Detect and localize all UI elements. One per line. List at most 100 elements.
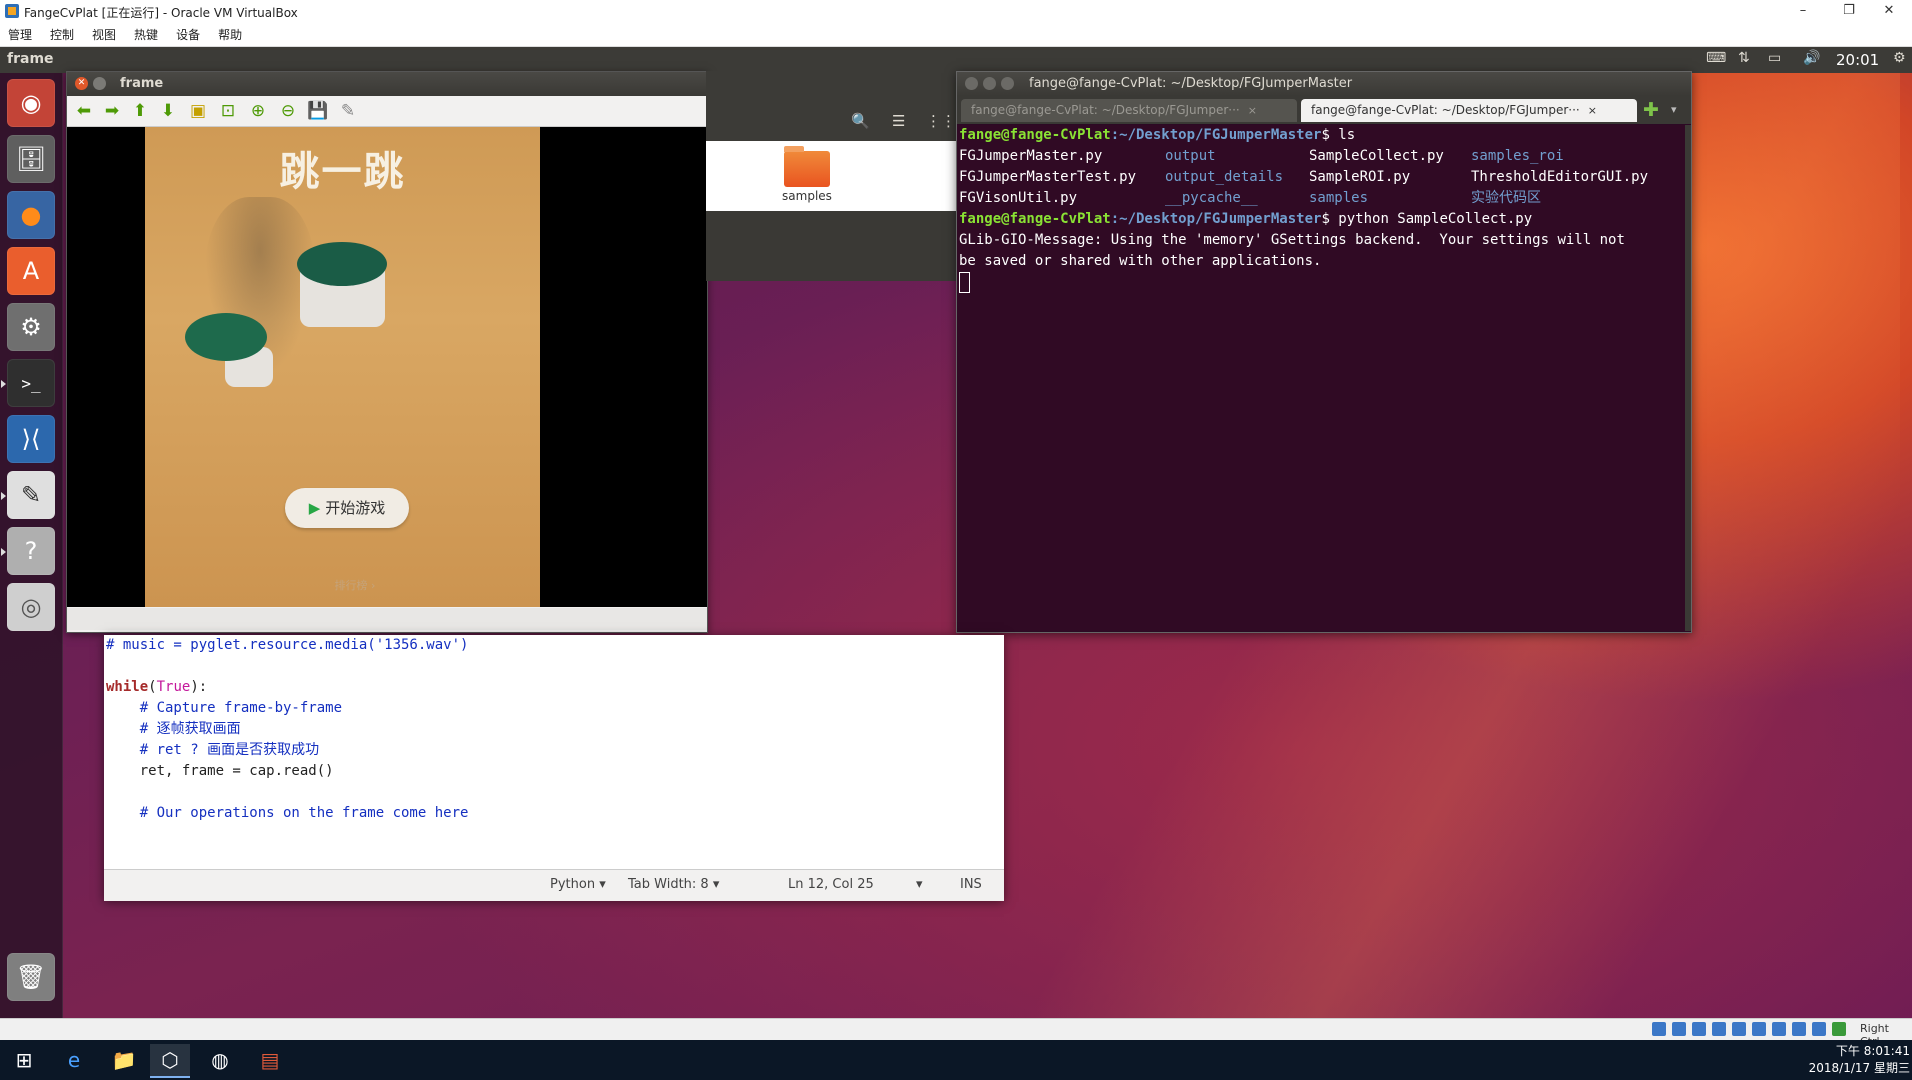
code-line: # ret ? 画面是否获取成功 [106,742,320,758]
terminal-cursor [959,272,970,293]
keyboard-icon[interactable]: ⌨ [1706,50,1726,66]
display-icon[interactable] [1772,1022,1786,1036]
panel-clock[interactable]: 20:01 [1836,51,1879,69]
unity-launcher: ◉ 🗄 ● A ⚙ >_ ⟩⟨ ✎ ? ◎ 🗑 [0,73,63,1018]
optical-drive-icon[interactable] [1672,1022,1686,1036]
frame-close-button[interactable]: ✕ [75,77,88,90]
mouse-integration-icon[interactable] [1832,1022,1846,1036]
system-settings-icon[interactable]: ⚙ [7,303,55,351]
network-icon[interactable]: ⇅ [1738,50,1750,66]
dash-home-icon[interactable]: ◉ [7,79,55,127]
terminal-tabbar: fange@fange-CvPlat: ~/Desktop/FGJumper··… [957,96,1691,124]
audio-icon[interactable] [1692,1022,1706,1036]
frame-minimize-button[interactable] [93,77,106,90]
image-icon[interactable]: ▣ [187,101,209,121]
terminal-tab-1[interactable]: fange@fange-CvPlat: ~/Desktop/FGJumper··… [961,99,1297,122]
terminal-close-button[interactable] [965,77,978,90]
file-manager-lower [706,211,958,281]
close-icon[interactable]: × [1588,104,1597,117]
text-editor-icon[interactable]: ✎ [1,471,55,519]
firefox-icon[interactable]: ● [7,191,55,239]
start-game-label: 开始游戏 [325,499,386,517]
disc-icon[interactable]: ◎ [7,583,55,631]
grid-view-icon[interactable]: ⋮⋮ [926,112,956,130]
network-adapter-icon[interactable] [1712,1022,1726,1036]
app-taskbar-icon[interactable]: ◍ [200,1044,240,1076]
vscode-icon[interactable]: ⟩⟨ [7,415,55,463]
save-icon[interactable]: 💾 [307,101,329,121]
folder-label[interactable]: samples [752,189,862,203]
volume-icon[interactable]: 🔊 [1803,50,1820,66]
recording-icon[interactable] [1792,1022,1806,1036]
menu-help[interactable]: 帮助 [209,24,251,46]
gear-icon[interactable]: ⚙ [1893,50,1906,66]
file-manager-content: samples [706,141,958,211]
files-icon[interactable]: 🗄 [7,135,55,183]
windows-start-icon[interactable]: ⊞ [4,1044,44,1076]
terminal-line: fange@fange-CvPlat:~/Desktop/FGJumperMas… [959,211,1533,227]
menu-devices[interactable]: 设备 [167,24,209,46]
terminal-maximize-button[interactable] [1001,77,1014,90]
virtualbox-statusbar: Right Ctrl [0,1018,1912,1048]
file-explorer-icon[interactable]: 📁 [104,1044,144,1076]
block-top-dark [297,242,387,286]
minimize-button[interactable]: – [1780,0,1826,24]
menu-control[interactable]: 控制 [41,24,83,46]
arrow-right-icon[interactable]: ➡ [101,101,123,121]
list-view-icon[interactable]: ☰ [892,112,905,130]
file-manager-header: 🔍 ☰ ⋮⋮ [706,71,958,141]
cpu-icon[interactable] [1812,1022,1826,1036]
windows-date: 2018/1/17 星期三 [1808,1061,1910,1075]
virtualbox-titlebar: FangeCvPlat [正在运行] - Oracle VM VirtualBo… [0,0,1912,25]
edge-browser-icon[interactable]: e [54,1044,94,1076]
zoom-out-icon[interactable]: ⊖ [277,101,299,121]
tab-width-selector[interactable]: Tab Width: 8 ▾ [628,877,719,892]
terminal-icon[interactable]: >_ [1,359,55,407]
leaderboard-link[interactable]: 排行榜 › [305,577,405,593]
menu-hotkeys[interactable]: 热键 [125,24,167,46]
ls-row: FGVisonUtil.py __pycache__ samples 实验代码区 [959,190,1541,206]
code-line: # Capture frame-by-frame [106,700,343,716]
menu-view[interactable]: 视图 [83,24,125,46]
frame-titlebar: ✕ frame [67,72,707,96]
usb-icon[interactable] [1732,1022,1746,1036]
virtualbox-taskbar-icon[interactable]: ⬡ [150,1044,190,1078]
battery-icon[interactable]: ▭ [1768,50,1781,66]
arrow-down-icon[interactable]: ⬇ [157,101,179,121]
trash-icon[interactable]: 🗑 [7,953,55,1001]
close-button[interactable]: ✕ [1866,0,1912,24]
frame-title: frame [120,76,164,91]
arrow-left-icon[interactable]: ⬅ [73,101,95,121]
add-tab-icon[interactable]: ✚ [1643,99,1659,121]
chevron-down-icon[interactable]: ▾ [916,877,923,892]
hard-disk-icon[interactable] [1652,1022,1666,1036]
arrow-up-icon[interactable]: ⬆ [129,101,151,121]
terminal-scrollbar[interactable] [1685,125,1691,631]
shared-folders-icon[interactable] [1752,1022,1766,1036]
frame-toolbar: ⬅ ➡ ⬆ ⬇ ▣ ⊡ ⊕ ⊖ 💾 ✎ [67,96,707,127]
windows-clock[interactable]: 下午 8:01:41 2018/1/17 星期三 [1800,1043,1910,1077]
code-area[interactable]: # music = pyglet.resource.media('1356.wa… [104,635,1004,869]
start-game-button[interactable]: ▶ 开始游戏 [285,488,409,528]
folder-icon[interactable] [784,146,830,187]
menu-manage[interactable]: 管理 [0,24,41,46]
terminal-tab-2[interactable]: fange@fange-CvPlat: ~/Desktop/FGJumper··… [1301,99,1637,122]
help-icon[interactable]: ? [1,527,55,575]
cursor-position[interactable]: Ln 12, Col 25 [788,877,874,892]
language-selector[interactable]: Python ▾ [550,877,606,892]
windows-time: 下午 8:01:41 [1835,1044,1910,1058]
office-taskbar-icon[interactable]: ▤ [250,1044,290,1076]
game-title: 跳一跳 [279,149,406,195]
terminal-output[interactable]: fange@fange-CvPlat:~/Desktop/FGJumperMas… [957,125,1689,631]
properties-icon[interactable]: ✎ [337,101,359,121]
terminal-minimize-button[interactable] [983,77,996,90]
zoom-fit-icon[interactable]: ⊡ [217,101,239,121]
search-icon[interactable]: 🔍 [851,112,870,130]
zoom-in-icon[interactable]: ⊕ [247,101,269,121]
close-icon[interactable]: × [1248,104,1257,117]
software-center-icon[interactable]: A [7,247,55,295]
chevron-down-icon[interactable]: ▾ [1671,103,1677,116]
window-title: FangeCvPlat [正在运行] - Oracle VM VirtualBo… [24,6,298,20]
code-line: while(True): [106,679,208,695]
ls-row: FGJumperMasterTest.py output_details Sampl… [959,169,1649,185]
